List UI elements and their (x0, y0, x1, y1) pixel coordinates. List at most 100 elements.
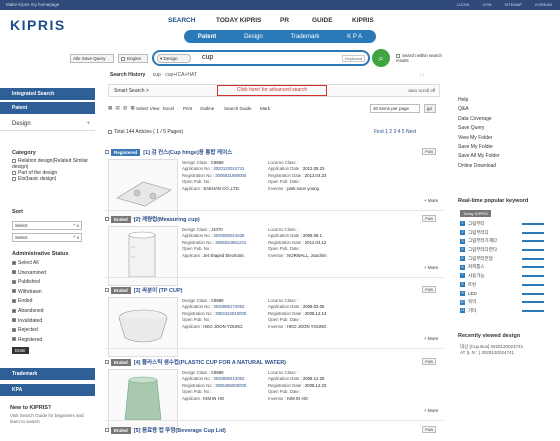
popular-item[interactable]: 11 기타 (460, 308, 545, 317)
data-coverage-link[interactable]: Data Coverage (458, 115, 500, 124)
more-link[interactable]: + More (424, 408, 438, 413)
scope-select[interactable]: ▾ Design (157, 54, 191, 63)
select-all-checkbox[interactable] (108, 129, 112, 134)
category-item[interactable]: Relation design(Related Similar design) (12, 158, 90, 170)
pager[interactable]: First 1 2 3 4 5 Next (374, 129, 416, 135)
result-checkbox[interactable] (105, 150, 109, 154)
recent-item[interactable]: AT (L N : ) 3020120024741 (460, 350, 523, 356)
toolbar-mark[interactable]: Mark (260, 106, 270, 111)
join-link[interactable]: JOIN (482, 2, 491, 7)
status-item[interactable]: Abandoned (12, 307, 92, 317)
korean-link[interactable]: KOREAN (535, 2, 552, 7)
online-download-link[interactable]: Online Download (458, 162, 500, 171)
pub-button[interactable]: PUB (422, 286, 436, 293)
popular-item[interactable]: 3 그림부터기계다 (460, 238, 545, 247)
engine-checkbox[interactable] (121, 56, 125, 61)
popular-item[interactable]: 9 LED (460, 291, 545, 300)
pub-button[interactable]: PUB (422, 148, 436, 155)
status-item[interactable]: Withdrawn (12, 288, 92, 298)
tab-kpa[interactable]: K P A (347, 34, 362, 40)
pub-button[interactable]: PUB (422, 426, 436, 433)
status-item[interactable]: Unexamined (12, 269, 92, 279)
save-my-folder-link[interactable]: Save My Folder (458, 143, 500, 152)
enter-button[interactable]: Enter (12, 347, 29, 354)
status-item[interactable]: Ended (12, 297, 92, 307)
history-arrows[interactable]: ‹ › (420, 72, 425, 78)
result-checkbox[interactable] (105, 217, 109, 221)
sitemap-link[interactable]: SITEMAP (505, 2, 523, 7)
nav-today-kipris[interactable]: TODAY KIPRIS (216, 17, 280, 24)
more-link[interactable]: + More (424, 265, 438, 270)
view-mode-icons[interactable]: ▦ ▤ ▥ ▦ (108, 105, 136, 111)
search-button[interactable]: ⌕ (372, 49, 390, 67)
more-link[interactable]: + More (424, 336, 438, 341)
result-checkbox[interactable] (105, 428, 109, 432)
popular-item[interactable]: 1 그림부터 (460, 221, 545, 230)
tab-trademark[interactable]: Trademark (291, 34, 320, 40)
pub-button[interactable]: PUB (422, 358, 436, 365)
result-title[interactable]: [2] 계량컵(Measuring cup) (134, 215, 200, 223)
sidebar-patent[interactable]: Patent (0, 102, 95, 114)
result-divider (105, 420, 443, 421)
login-link[interactable]: LOGIN (457, 2, 469, 7)
homepage-link[interactable]: Make Kipris my homepage (6, 2, 59, 7)
nav-pr[interactable]: PR (280, 17, 312, 24)
save-query-link[interactable]: Save Query (458, 124, 500, 133)
keyboard-button[interactable]: Keyboard (342, 55, 366, 62)
result-title[interactable]: [1] 검 컨스(Cup hinge)용 통합 케이스 (143, 148, 232, 156)
sort-select-2[interactable]: Select ^ v (12, 233, 82, 242)
save-query-select[interactable]: Alle Save Query (70, 54, 114, 63)
help-link[interactable]: Help (458, 96, 500, 105)
tab-patent[interactable]: Patent (198, 34, 216, 40)
popular-item[interactable]: 6 커피톱스 (460, 264, 545, 273)
nav-kipris[interactable]: KIPRIS (352, 17, 392, 24)
category-item[interactable]: Ets(basic design) (12, 176, 90, 182)
status-item[interactable]: Select All (12, 259, 92, 269)
popular-item[interactable]: 10 북막 (460, 299, 545, 308)
search-box: ▾ Design cup Keyboard (152, 50, 370, 66)
sort-select-1[interactable]: Select ^ v (12, 221, 82, 230)
nav-search[interactable]: SEARCH (168, 17, 216, 24)
pub-button[interactable]: PUB (422, 215, 436, 222)
result-checkbox[interactable] (105, 360, 109, 364)
status-item[interactable]: Published (12, 278, 92, 288)
result-checkbox[interactable] (105, 288, 109, 292)
advanced-search-link[interactable]: Click here! for advanced search (217, 85, 327, 96)
tab-design[interactable]: Design (244, 34, 263, 40)
per-page-go[interactable]: go (424, 104, 436, 113)
status-item[interactable]: Rejected (12, 326, 92, 336)
new-to-kipris-text[interactable]: Visit Search Guide for beginners and lea… (10, 413, 92, 424)
toolbar-print[interactable]: Print (183, 106, 192, 111)
view-my-folder-link[interactable]: View My Folder (458, 134, 500, 143)
toolbar-search-guide[interactable]: Search Guide (224, 106, 252, 111)
toolbar-outline[interactable]: Outline (200, 106, 214, 111)
smart-search-link[interactable]: Smart Search > (114, 88, 149, 94)
status-item[interactable]: Registered (12, 336, 92, 346)
sidebar-integrated-search[interactable]: Integrated Search (0, 88, 95, 100)
history-value[interactable]: cup · cup+ICA+HAT (153, 72, 197, 78)
popular-item[interactable]: 7 사용가능 (460, 273, 545, 282)
engine-select[interactable]: Engine (118, 54, 148, 63)
popular-tab[interactable]: Today KIPRIS (460, 210, 491, 217)
sidebar-design[interactable]: Design + (0, 117, 95, 131)
more-link[interactable]: + More (424, 198, 438, 203)
sidebar-trademark[interactable]: Trademark (0, 368, 95, 380)
result-title[interactable]: [4] 플라스틱 샘수컵(PLASTIC CUP FOR A NATURAL W… (134, 358, 286, 366)
auto-scroll-toggle[interactable]: auto scroll off (408, 88, 435, 93)
popular-item[interactable]: 4 그림부터다한다 (460, 247, 545, 256)
qa-link[interactable]: Q&A (458, 105, 500, 114)
toolbar-excel[interactable]: Excel (163, 106, 174, 111)
popular-item[interactable]: 8 트런 (460, 282, 545, 291)
kipris-logo[interactable]: KIPRIS (10, 17, 66, 33)
status-item[interactable]: Invalidated (12, 317, 92, 327)
design-expand-icon[interactable]: + (86, 117, 90, 131)
sidebar-design-label: Design (12, 121, 31, 127)
sidebar-kpa[interactable]: KPA (0, 384, 95, 396)
result-title[interactable]: [3] 싸분이 (TP CUP) (134, 286, 183, 294)
result-title[interactable]: [5] 음료용 컵 뚜껑(Beverage Cup Lid) (134, 426, 226, 434)
nav-guide[interactable]: GUIDE (312, 17, 352, 24)
save-all-my-folder-link[interactable]: Save All My Folder (458, 152, 500, 161)
search-input[interactable]: cup (202, 54, 213, 61)
toolbar-select-view[interactable]: Select View (136, 106, 159, 111)
per-page-select[interactable]: 30 items per page (370, 104, 420, 113)
